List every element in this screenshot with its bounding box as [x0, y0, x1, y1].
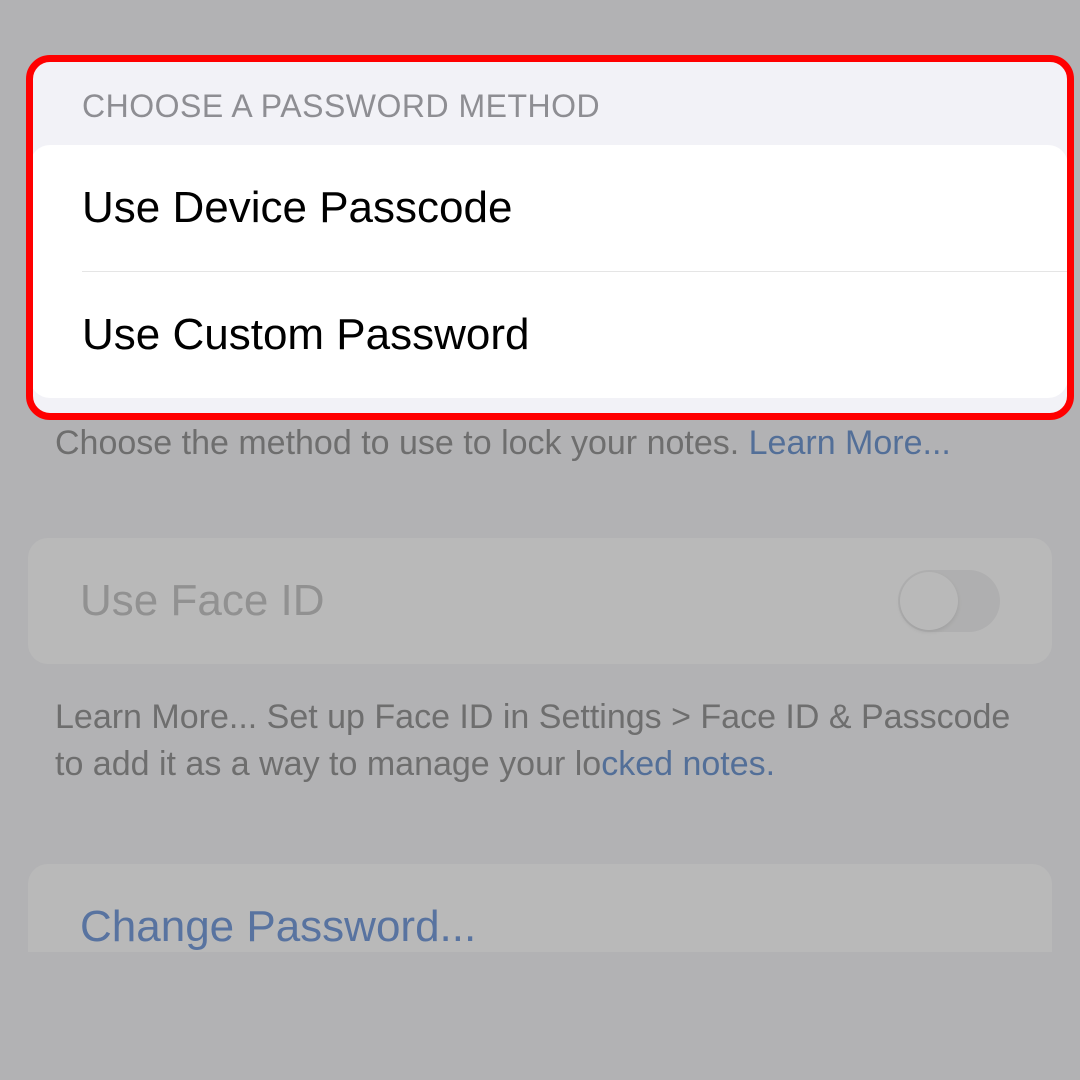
use-custom-password-option-clear[interactable]: Use Custom Password [30, 272, 1068, 398]
section-header-clear: Choose a Password Method [30, 60, 1068, 145]
highlighted-content: Choose a Password Method Use Device Pass… [30, 60, 1068, 415]
password-method-list-clear: Use Device Passcode Use Custom Password [30, 145, 1068, 398]
use-device-passcode-option-clear[interactable]: Use Device Passcode [30, 145, 1068, 271]
